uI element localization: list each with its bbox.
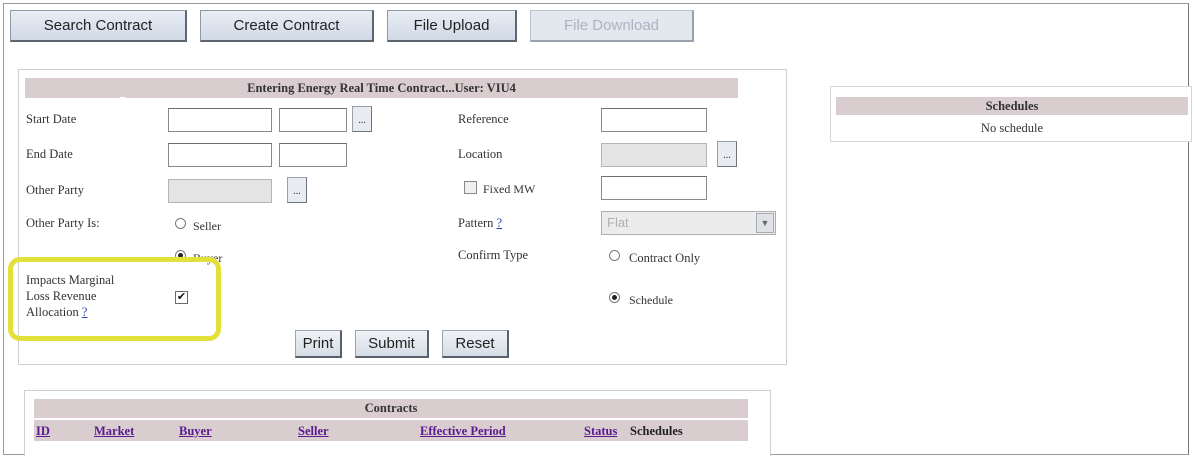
start-date-picker-button[interactable]: ... xyxy=(352,106,372,132)
no-schedule-text: No schedule xyxy=(980,121,1044,135)
fixed-mw-input[interactable] xyxy=(601,176,707,200)
chevron-down-icon: ▼ xyxy=(756,213,774,233)
contract-only-radio[interactable] xyxy=(609,250,620,261)
column-seller-link[interactable]: Seller xyxy=(298,424,329,439)
pattern-label: Pattern ? xyxy=(458,216,502,231)
reset-button[interactable]: Reset xyxy=(442,330,509,358)
location-picker-button[interactable]: ... xyxy=(717,141,737,167)
end-date-input[interactable] xyxy=(168,143,272,167)
print-button[interactable]: Print xyxy=(295,330,342,358)
column-status-link[interactable]: Status xyxy=(584,424,617,439)
contracts-header: Contracts xyxy=(34,399,748,418)
schedule-label: Schedule xyxy=(629,293,673,307)
submit-button[interactable]: Submit xyxy=(355,330,429,358)
column-market-link[interactable]: Market xyxy=(94,424,134,439)
end-time-input[interactable] xyxy=(279,143,347,167)
header-marker xyxy=(120,97,126,103)
pattern-select-value: Flat xyxy=(607,215,629,230)
other-party-is-label: Other Party Is: xyxy=(26,216,100,230)
schedule-radio[interactable] xyxy=(609,292,620,303)
other-party-label: Other Party xyxy=(26,183,84,197)
form-header: Entering Energy Real Time Contract...Use… xyxy=(25,78,738,98)
pattern-help-link[interactable]: ? xyxy=(497,216,503,230)
start-time-input[interactable] xyxy=(279,108,347,132)
file-download-button: File Download xyxy=(530,10,694,42)
schedules-header: Schedules xyxy=(836,97,1188,115)
column-buyer-link[interactable]: Buyer xyxy=(179,424,212,439)
file-upload-button[interactable]: File Upload xyxy=(387,10,517,42)
seller-radio[interactable] xyxy=(175,218,186,229)
confirm-type-label: Confirm Type xyxy=(458,248,529,262)
start-date-label: Start Date xyxy=(26,112,77,126)
pattern-label-text: Pattern xyxy=(458,216,494,230)
search-contract-button[interactable]: Search Contract xyxy=(10,10,187,42)
seller-label: Seller xyxy=(193,219,221,233)
location-input xyxy=(601,143,707,167)
end-date-label: End Date xyxy=(26,147,73,161)
location-label: Location xyxy=(458,147,503,161)
reference-label: Reference xyxy=(458,112,509,126)
column-effective-period-link[interactable]: Effective Period xyxy=(420,424,506,439)
start-date-input[interactable] xyxy=(168,108,272,132)
fixed-mw-label: Fixed MW xyxy=(483,182,536,196)
pattern-select: Flat ▼ xyxy=(601,211,776,235)
column-schedules-label: Schedules xyxy=(630,424,683,438)
reference-input[interactable] xyxy=(601,108,707,132)
column-id-link[interactable]: ID xyxy=(36,424,50,439)
contract-only-label: Contract Only xyxy=(629,251,701,265)
other-party-picker-button[interactable]: ... xyxy=(287,177,307,203)
highlight-annotation xyxy=(8,257,221,341)
other-party-input xyxy=(168,179,272,203)
fixed-mw-checkbox[interactable] xyxy=(464,181,477,194)
create-contract-button[interactable]: Create Contract xyxy=(200,10,374,42)
